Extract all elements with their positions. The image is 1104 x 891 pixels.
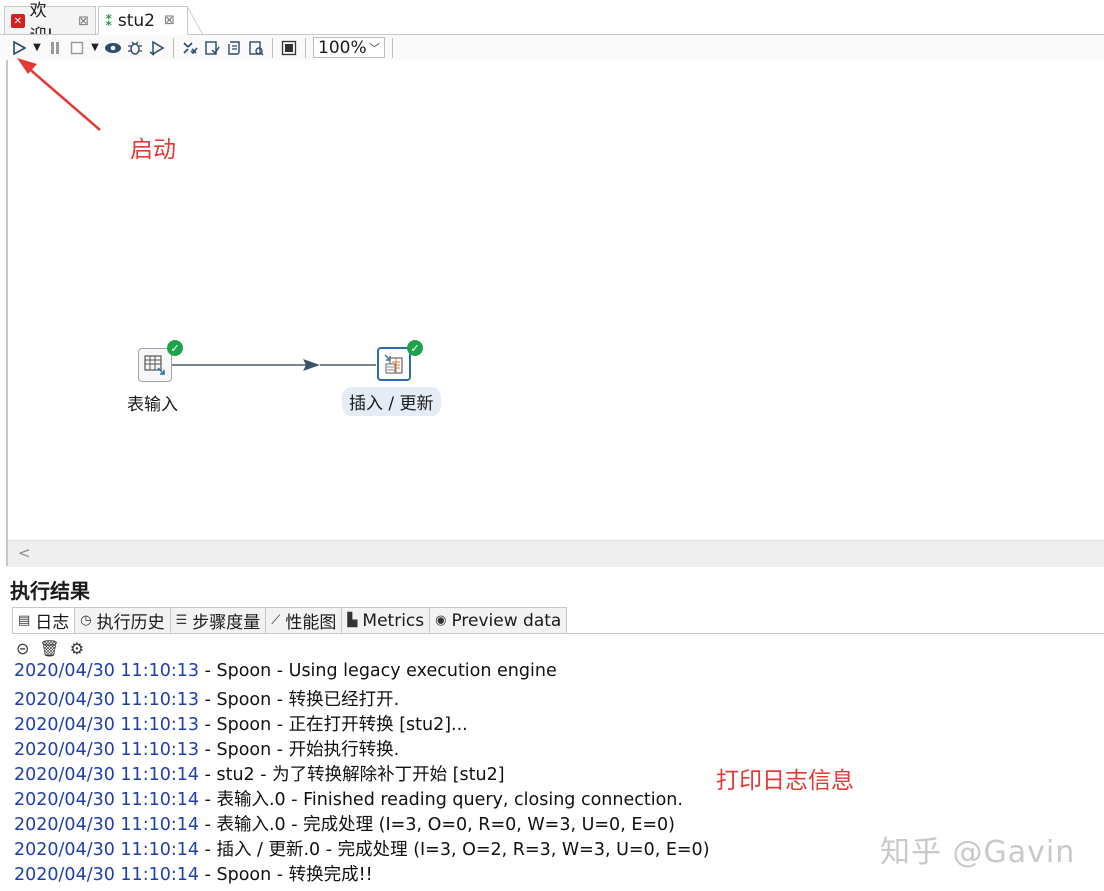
annotation-log-label: 打印日志信息 — [716, 768, 854, 794]
tab-log-label: 日志 — [35, 613, 70, 633]
delete-log-icon[interactable]: 🗑 — [39, 639, 59, 658]
results-tabs-divider — [12, 633, 1104, 634]
tab-stu2-close-icon[interactable]: ⊠ — [164, 13, 175, 28]
log-timestamp: 2020/04/30 11:10:14 — [14, 815, 200, 835]
step-table-input-label: 表输入 — [127, 395, 178, 415]
log-message: - Spoon - 正在打开转换 [stu2]... — [199, 715, 468, 735]
tab-metrics[interactable]: ▙ Metrics — [342, 607, 431, 634]
log-line: 2020/04/30 11:10:13 - Spoon - 正在打开转换 [st… — [14, 711, 468, 736]
log-settings-icon[interactable]: ⚙ — [70, 639, 84, 658]
log-timestamp: 2020/04/30 11:10:13 — [14, 690, 200, 710]
metrics-icon: ▙ — [347, 613, 358, 628]
results-tabs: ▤ 日志 ◷ 执行历史 ☰ 步骤度量 ⟋ 性能图 ▙ Metrics ◉ Pre… — [12, 607, 568, 634]
log-line: 2020/04/30 11:10:13 - Spoon - 开始执行转换. — [14, 736, 399, 761]
scroll-left-icon[interactable]: < — [18, 544, 31, 562]
tab-step-metrics[interactable]: ☰ 步骤度量 — [170, 607, 267, 634]
step-insert-update-label: 插入 / 更新 — [342, 387, 441, 416]
transformation-icon: ⁑ — [105, 11, 113, 30]
tab-metrics-label: Metrics — [362, 610, 425, 631]
canvas-horizontal-scrollbar[interactable]: < — [8, 540, 1104, 567]
preview-data-icon: ◉ — [435, 613, 447, 628]
log-message: - Spoon - 开始执行转换. — [199, 740, 400, 760]
tab-history-label: 执行历史 — [96, 613, 165, 633]
log-line: 2020/04/30 11:10:14 - 插入 / 更新.0 - 完成处理 (… — [14, 836, 710, 861]
log-message: - 插入 / 更新.0 - 完成处理 (I=3, O=2, R=3, W=3, … — [199, 840, 710, 860]
log-line: 2020/04/30 11:10:14 - 表输入.0 - 完成处理 (I=3,… — [14, 811, 675, 836]
clear-log-icon[interactable]: ⊝ — [16, 639, 29, 658]
log-timestamp: 2020/04/30 11:10:13 — [14, 661, 200, 681]
log-timestamp: 2020/04/30 11:10:13 — [14, 740, 200, 760]
log-toolbar: ⊝ 🗑 ⚙ — [16, 639, 84, 658]
performance-chart-icon: ⟋ — [271, 613, 281, 628]
log-timestamp: 2020/04/30 11:10:14 — [14, 790, 200, 810]
log-message: - Spoon - Using legacy execution engine — [199, 661, 557, 681]
tab-preview-data[interactable]: ◉ Preview data — [430, 607, 568, 634]
step-ok-badge-icon: ✓ — [407, 340, 423, 356]
log-line: 2020/04/30 11:10:14 - 表输入.0 - Finished r… — [14, 786, 683, 811]
log-line: 2020/04/30 11:10:13 - Spoon - 转换已经打开. — [14, 686, 399, 711]
step-table-input[interactable] — [138, 348, 172, 382]
log-line: 2020/04/30 11:10:13 - Spoon - Using lega… — [14, 661, 557, 681]
log-message: - Spoon - 转换完成!! — [199, 865, 373, 885]
annotation-arrow — [17, 58, 101, 131]
tab-log[interactable]: ▤ 日志 — [12, 607, 76, 634]
table-input-icon — [144, 355, 165, 375]
log-icon: ▤ — [18, 613, 31, 628]
log-timestamp: 2020/04/30 11:10:14 — [14, 840, 200, 860]
step-insert-update[interactable] — [377, 347, 411, 381]
tab-performance-chart[interactable]: ⟋ 性能图 — [266, 607, 343, 634]
hop-arrow[interactable] — [172, 359, 376, 371]
log-line: 2020/04/30 11:10:14 - Spoon - 转换完成!! — [14, 861, 373, 886]
step-ok-badge-icon: ✓ — [167, 340, 183, 356]
tab-stu2-label: stu2 — [117, 10, 155, 31]
log-message: - 表输入.0 - 完成处理 (I=3, O=0, R=0, W=3, U=0,… — [199, 815, 675, 835]
insert-update-icon — [384, 354, 403, 374]
history-icon: ◷ — [80, 613, 92, 628]
log-message: - stu2 - 为了转换解除补丁开始 [stu2] — [199, 765, 505, 785]
watermark: 知乎 @Gavin — [880, 835, 1076, 870]
log-timestamp: 2020/04/30 11:10:13 — [14, 715, 200, 735]
canvas-overlay — [17, 58, 376, 371]
results-panel-title: 执行结果 — [10, 579, 90, 603]
tab-performance-chart-label: 性能图 — [285, 613, 337, 633]
annotation-start-label: 启动 — [130, 137, 176, 163]
log-timestamp: 2020/04/30 11:10:14 — [14, 765, 200, 785]
log-timestamp: 2020/04/30 11:10:14 — [14, 865, 200, 885]
log-line: 2020/04/30 11:10:14 - stu2 - 为了转换解除补丁开始 … — [14, 761, 505, 786]
tab-stu2[interactable]: ⁑ stu2 ⊠ — [98, 6, 203, 35]
step-metrics-icon: ☰ — [175, 613, 188, 628]
tab-history[interactable]: ◷ 执行历史 — [75, 607, 171, 634]
tab-step-metrics-label: 步骤度量 — [192, 613, 261, 633]
tab-preview-data-label: Preview data — [451, 610, 562, 631]
log-message: - 表输入.0 - Finished reading query, closin… — [199, 790, 683, 810]
log-message: - Spoon - 转换已经打开. — [199, 690, 400, 710]
